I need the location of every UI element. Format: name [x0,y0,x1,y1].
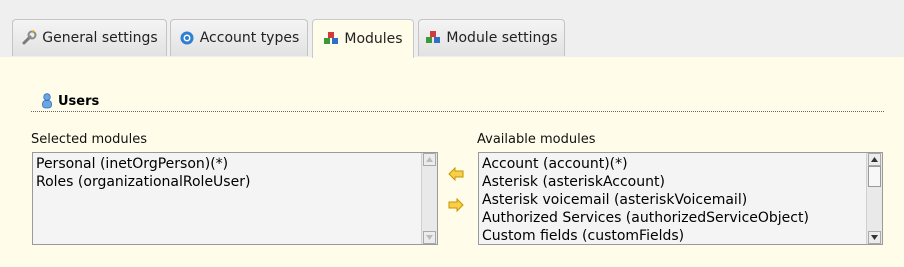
selected-modules-label: Selected modules [31,132,147,147]
tab-label: Account types [199,30,300,46]
tab-module-settings[interactable]: Module settings [418,19,565,56]
section-title: Users [40,93,99,109]
scroll-down-button[interactable] [423,231,436,244]
scroll-up-button[interactable] [868,153,881,166]
user-icon [40,93,54,109]
tab-label: General settings [42,30,158,46]
remove-module-button[interactable] [448,197,464,216]
modules-icon [323,31,339,47]
tab-general-settings[interactable]: General settings [12,19,167,56]
tab-modules[interactable]: Modules [312,19,414,58]
available-modules-label: Available modules [477,132,596,147]
list-item[interactable]: Asterisk (asteriskAccount) [481,173,864,191]
tab-label: Modules [344,31,403,47]
modules-icon [425,30,441,46]
wrench-icon [21,30,37,46]
available-modules-list[interactable]: Account (account)(*) Asterisk (asteriskA… [478,152,883,245]
add-module-button[interactable] [448,166,464,185]
tab-bar: General settings Account types Modules M… [0,0,904,58]
scrollbar[interactable] [866,153,882,244]
scroll-thumb[interactable] [868,166,881,187]
scroll-up-button[interactable] [423,153,436,166]
arrow-left-icon [448,166,464,185]
tab-account-types[interactable]: Account types [170,19,308,56]
scrollbar[interactable] [421,153,437,244]
section-divider [31,111,884,112]
section-title-text: Users [58,93,100,109]
list-item[interactable]: Personal (inetOrgPerson)(*) [35,155,419,173]
arrow-right-icon [448,197,464,216]
list-item[interactable]: Authorized Services (authorizedServiceOb… [481,209,864,227]
scroll-down-button[interactable] [868,231,881,244]
selected-modules-list[interactable]: Personal (inetOrgPerson)(*) Roles (organ… [32,152,438,245]
tab-label: Module settings [446,30,558,46]
list-item[interactable]: Account (account)(*) [481,155,864,173]
list-item[interactable]: Custom fields (customFields) [481,227,864,245]
modules-panel: Users Selected modules Personal (inetOrg… [0,57,904,267]
list-item[interactable]: Asterisk voicemail (asteriskVoicemail) [481,191,864,209]
gear-icon [179,30,195,46]
list-item[interactable]: Roles (organizationalRoleUser) [35,173,419,191]
